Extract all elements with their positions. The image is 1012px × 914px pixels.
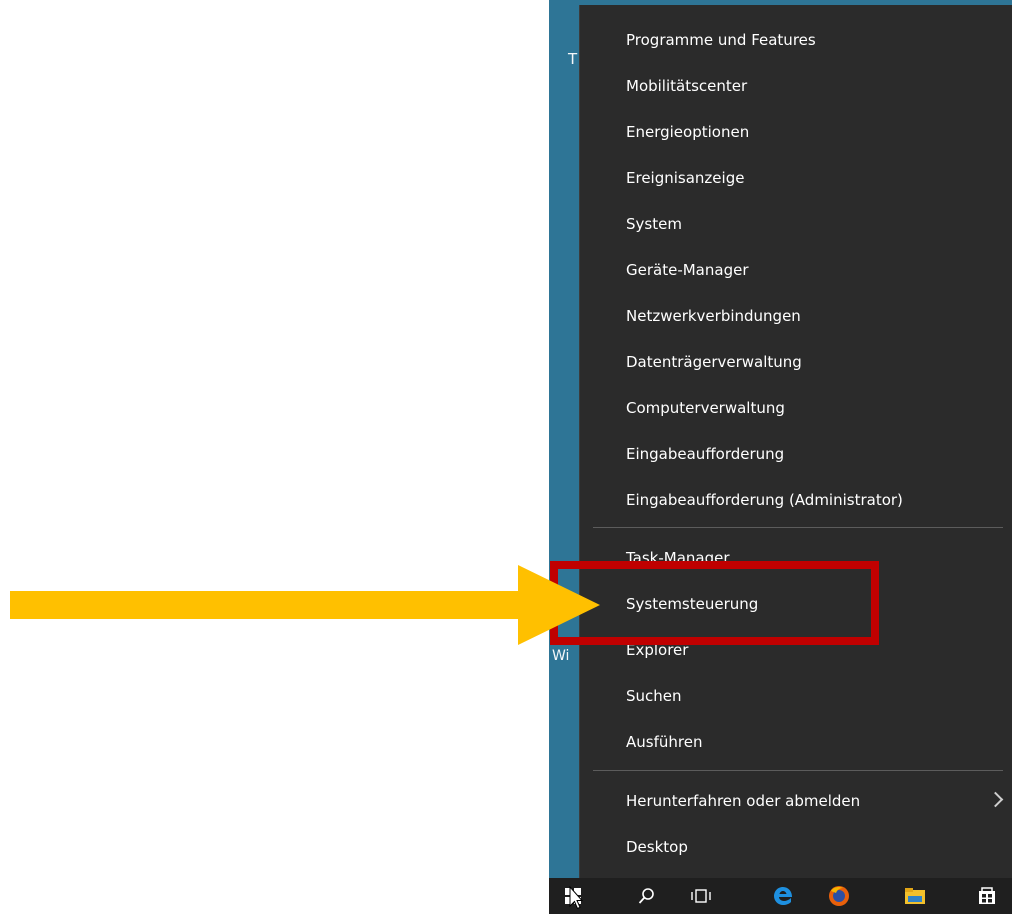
menu-item-programme-und-features[interactable]: Programme und Features bbox=[580, 17, 1012, 63]
menu-item-label: Programme und Features bbox=[626, 31, 816, 49]
menu-item-label: Geräte-Manager bbox=[626, 261, 749, 279]
search-icon[interactable] bbox=[623, 878, 671, 914]
menu-item-label: Computerverwaltung bbox=[626, 399, 785, 417]
menu-item-geraete-manager[interactable]: Geräte-Manager bbox=[580, 247, 1012, 293]
task-view-icon[interactable] bbox=[677, 878, 725, 914]
winx-context-menu: Programme und Features Mobilitätscenter … bbox=[579, 5, 1012, 878]
menu-item-ausfuehren[interactable]: Ausführen bbox=[580, 719, 1012, 765]
menu-item-label: Netzwerkverbindungen bbox=[626, 307, 801, 325]
desktop-partial-text: T bbox=[568, 50, 578, 68]
firefox-icon[interactable] bbox=[815, 878, 863, 914]
menu-item-suchen[interactable]: Suchen bbox=[580, 673, 1012, 719]
arrow-right-icon bbox=[10, 565, 600, 645]
menu-item-energieoptionen[interactable]: Energieoptionen bbox=[580, 109, 1012, 155]
file-explorer-icon[interactable] bbox=[891, 878, 939, 914]
menu-item-desktop[interactable]: Desktop bbox=[580, 824, 1012, 870]
menu-item-label: Suchen bbox=[626, 687, 682, 705]
menu-separator bbox=[593, 527, 1003, 528]
menu-item-label: Ereignisanzeige bbox=[626, 169, 745, 187]
menu-item-label: Desktop bbox=[626, 838, 688, 856]
menu-item-label: Herunterfahren oder abmelden bbox=[626, 792, 861, 810]
edge-icon[interactable] bbox=[759, 878, 807, 914]
menu-item-label: Mobilitätscenter bbox=[626, 77, 748, 95]
menu-item-netzwerkverbindungen[interactable]: Netzwerkverbindungen bbox=[580, 293, 1012, 339]
mouse-cursor-icon bbox=[569, 886, 583, 910]
menu-item-herunterfahren-oder-abmelden[interactable]: Herunterfahren oder abmelden bbox=[580, 778, 1012, 824]
menu-item-eingabeaufforderung-admin[interactable]: Eingabeaufforderung (Administrator) bbox=[580, 477, 1012, 523]
menu-item-system[interactable]: System bbox=[580, 201, 1012, 247]
desktop-partial-text-2: Wi bbox=[552, 648, 570, 664]
menu-item-mobilitaetscenter[interactable]: Mobilitätscenter bbox=[580, 63, 1012, 109]
menu-item-computerverwaltung[interactable]: Computerverwaltung bbox=[580, 385, 1012, 431]
menu-item-label: System bbox=[626, 215, 682, 233]
menu-item-label: Eingabeaufforderung bbox=[626, 445, 785, 463]
menu-item-label: Energieoptionen bbox=[626, 123, 750, 141]
menu-item-label: Eingabeaufforderung (Administrator) bbox=[626, 491, 903, 509]
menu-item-label: Datenträgerverwaltung bbox=[626, 353, 802, 371]
menu-item-ereignisanzeige[interactable]: Ereignisanzeige bbox=[580, 155, 1012, 201]
taskbar bbox=[549, 878, 1012, 914]
menu-separator bbox=[593, 770, 1003, 771]
store-icon[interactable] bbox=[963, 878, 1011, 914]
chevron-right-icon bbox=[987, 791, 1004, 808]
menu-item-eingabeaufforderung[interactable]: Eingabeaufforderung bbox=[580, 431, 1012, 477]
menu-item-label: Ausführen bbox=[626, 733, 703, 751]
menu-item-datentraegerverwaltung[interactable]: Datenträgerverwaltung bbox=[580, 339, 1012, 385]
